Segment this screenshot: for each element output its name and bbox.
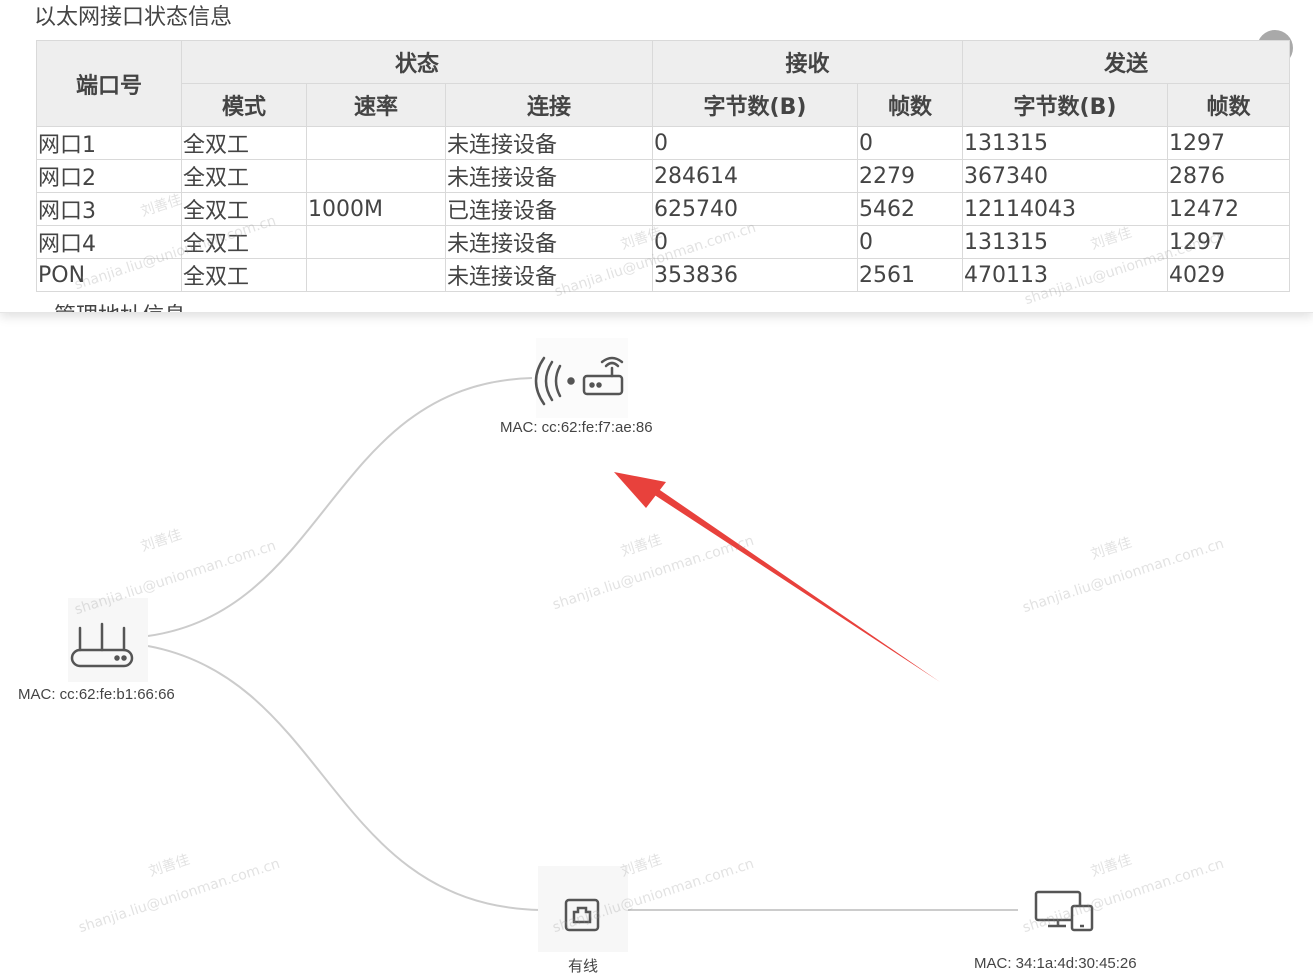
wired-node[interactable] bbox=[538, 866, 628, 952]
cell-rate bbox=[306, 258, 446, 292]
cell-mode: 全双工 bbox=[181, 192, 307, 226]
table-row: 网口1 全双工 未连接设备 0 0 131315 1297 bbox=[36, 126, 1290, 160]
header-send-group: 发送 bbox=[962, 40, 1290, 84]
cell-rx-frames: 0 bbox=[857, 225, 963, 259]
next-section-title: 管理地址信息 bbox=[54, 298, 186, 312]
cell-port: 网口2 bbox=[36, 159, 182, 193]
cell-tx-frames: 1297 bbox=[1167, 126, 1290, 160]
cell-connection: 未连接设备 bbox=[445, 258, 653, 292]
header-connection: 连接 bbox=[445, 83, 653, 127]
device-mac-label: MAC: 34:1a:4d:30:45:26 bbox=[974, 955, 1137, 972]
cell-rate: 1000M bbox=[306, 192, 446, 226]
link-router-to-wired bbox=[147, 645, 541, 911]
cell-mode: 全双工 bbox=[181, 159, 307, 193]
cell-rate bbox=[306, 225, 446, 259]
table-row: 网口2 全双工 未连接设备 284614 2279 367340 2876 bbox=[36, 159, 1290, 193]
cell-rx-bytes: 625740 bbox=[652, 192, 858, 226]
cell-mode: 全双工 bbox=[181, 258, 307, 292]
section-title: 以太网接口状态信息 bbox=[34, 5, 233, 30]
table-row: PON 全双工 未连接设备 353836 2561 470113 4029 bbox=[36, 258, 1290, 292]
cell-tx-bytes: 367340 bbox=[962, 159, 1168, 193]
cell-rx-frames: 5462 bbox=[857, 192, 963, 226]
router-mac-label: MAC: cc:62:fe:b1:66:66 bbox=[18, 686, 175, 703]
header-rx-bytes: 字节数(B) bbox=[652, 83, 858, 127]
cell-rx-bytes: 0 bbox=[652, 225, 858, 259]
cell-rx-frames: 2279 bbox=[857, 159, 963, 193]
link-router-to-wireless bbox=[147, 377, 533, 637]
cell-rate bbox=[306, 159, 446, 193]
cell-tx-frames: 4029 bbox=[1167, 258, 1290, 292]
cell-port: 网口3 bbox=[36, 192, 182, 226]
cell-rx-bytes: 353836 bbox=[652, 258, 858, 292]
cell-rx-frames: 2561 bbox=[857, 258, 963, 292]
cell-mode: 全双工 bbox=[181, 126, 307, 160]
cell-tx-frames: 12472 bbox=[1167, 192, 1290, 226]
cell-rx-bytes: 284614 bbox=[652, 159, 858, 193]
cell-port: 网口1 bbox=[36, 126, 182, 160]
cell-tx-bytes: 12114043 bbox=[962, 192, 1168, 226]
header-receive-group: 接收 bbox=[652, 40, 963, 84]
cell-connection: 未连接设备 bbox=[445, 225, 653, 259]
ethernet-status-table: 端口号 状态 接收 发送 模式 速率 连接 字节数(B) 帧数 字节数(B) 帧… bbox=[36, 40, 1290, 292]
cell-tx-bytes: 470113 bbox=[962, 258, 1168, 292]
cell-connection: 未连接设备 bbox=[445, 159, 653, 193]
header-rate: 速率 bbox=[306, 83, 446, 127]
cell-tx-frames: 1297 bbox=[1167, 225, 1290, 259]
cell-tx-bytes: 131315 bbox=[962, 225, 1168, 259]
cell-tx-frames: 2876 bbox=[1167, 159, 1290, 193]
wireless-ap-node[interactable] bbox=[534, 338, 628, 418]
cell-rx-frames: 0 bbox=[857, 126, 963, 160]
router-node[interactable] bbox=[68, 598, 148, 682]
cell-rate bbox=[306, 126, 446, 160]
header-tx-frames: 帧数 bbox=[1167, 83, 1290, 127]
cell-mode: 全双工 bbox=[181, 225, 307, 259]
cell-port: 网口4 bbox=[36, 225, 182, 259]
cell-tx-bytes: 131315 bbox=[962, 126, 1168, 160]
annotation-arrow bbox=[614, 472, 940, 682]
header-tx-bytes: 字节数(B) bbox=[962, 83, 1168, 127]
cell-connection: 未连接设备 bbox=[445, 126, 653, 160]
end-device-node[interactable] bbox=[1018, 884, 1108, 944]
cell-port: PON bbox=[36, 258, 182, 292]
header-port: 端口号 bbox=[36, 40, 182, 127]
wired-label: 有线 bbox=[568, 958, 599, 975]
table-row: 网口4 全双工 未连接设备 0 0 131315 1297 bbox=[36, 225, 1290, 259]
header-rx-frames: 帧数 bbox=[857, 83, 963, 127]
table-row: 网口3 全双工 1000M 已连接设备 625740 5462 12114043… bbox=[36, 192, 1290, 226]
cell-connection: 已连接设备 bbox=[445, 192, 653, 226]
header-mode: 模式 bbox=[181, 83, 307, 127]
cell-rx-bytes: 0 bbox=[652, 126, 858, 160]
wireless-ap-mac-label: MAC: cc:62:fe:f7:ae:86 bbox=[500, 419, 653, 436]
ethernet-status-panel: 以太网接口状态信息 ✕ 端口号 状态 接收 发送 模式 速率 连接 字节数(B)… bbox=[0, 0, 1313, 313]
header-status-group: 状态 bbox=[181, 40, 653, 84]
